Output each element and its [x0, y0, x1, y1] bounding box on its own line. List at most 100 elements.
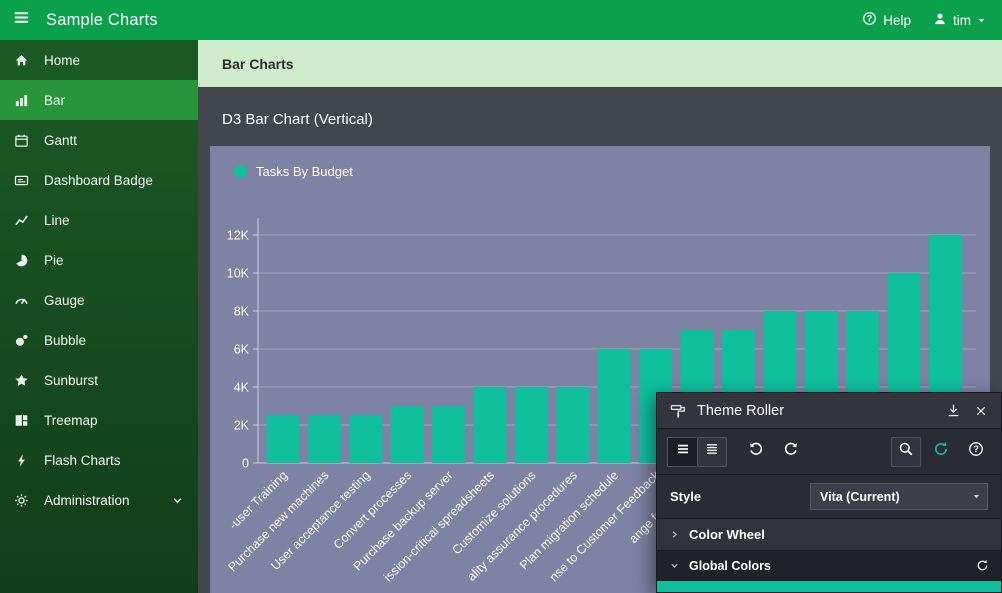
- caret-down-icon: [965, 492, 987, 501]
- y-tick-label: 10K: [227, 267, 250, 281]
- chevron-down-icon: [669, 560, 680, 571]
- menu-toggle-button[interactable]: [0, 0, 42, 40]
- undo-button[interactable]: [741, 437, 771, 467]
- sidebar-item-label: Pie: [44, 253, 64, 268]
- theme-roller-header: Theme Roller: [657, 393, 1001, 429]
- legend-label: Tasks By Budget: [256, 164, 353, 179]
- bar-8[interactable]: [598, 349, 631, 463]
- topbar-right: ? Help tim: [862, 11, 1002, 29]
- bar-3[interactable]: [391, 406, 424, 463]
- y-tick-label: 8K: [234, 305, 250, 319]
- flash-icon: [14, 452, 31, 468]
- bar-7[interactable]: [556, 387, 589, 463]
- sidebar-item-label: Dashboard Badge: [44, 173, 153, 188]
- list-compact-icon: [675, 441, 691, 462]
- top-bar: Sample Charts ? Help tim: [0, 0, 1002, 40]
- pie-icon: [14, 252, 31, 268]
- gantt-icon: [14, 132, 31, 148]
- color-swatch-strip[interactable]: [657, 581, 1001, 592]
- help-circle-icon: ?: [968, 441, 984, 462]
- y-tick-label: 4K: [234, 381, 250, 395]
- sidebar-item-label: Treemap: [44, 413, 98, 428]
- bar-5[interactable]: [474, 387, 507, 463]
- help-icon: ?: [862, 11, 877, 29]
- chart-legend[interactable]: Tasks By Budget: [234, 164, 353, 179]
- reset-colors-button[interactable]: [976, 559, 989, 572]
- line-icon: [14, 212, 31, 228]
- breadcrumb: Bar Charts: [198, 40, 1002, 87]
- y-tick-label: 2K: [234, 419, 250, 433]
- theme-roller-toolbar: ?: [657, 429, 1001, 475]
- style-label: Style: [670, 489, 701, 504]
- sidebar-item-label: Gantt: [44, 133, 77, 148]
- legend-marker-icon: [234, 165, 247, 178]
- gauge-icon: [14, 292, 31, 308]
- sidebar-item-pie[interactable]: Pie: [0, 240, 198, 280]
- chevron-down-icon: [171, 494, 184, 507]
- theme-roller-panel: Theme Roller ? Style Vita (Current) Colo…: [656, 392, 1002, 593]
- undo-icon: [748, 441, 764, 462]
- sidebar-item-treemap[interactable]: Treemap: [0, 400, 198, 440]
- sidebar-item-dashboard-badge[interactable]: Dashboard Badge: [0, 160, 198, 200]
- sidebar-item-administration[interactable]: Administration: [0, 480, 198, 520]
- export-theme-button[interactable]: [944, 401, 963, 420]
- sidebar-item-bar[interactable]: Bar: [0, 80, 198, 120]
- bar-icon: [14, 92, 31, 108]
- sidebar-item-gauge[interactable]: Gauge: [0, 280, 198, 320]
- redo-icon: [783, 441, 799, 462]
- sidebar-item-flash-charts[interactable]: Flash Charts: [0, 440, 198, 480]
- refresh-button[interactable]: [926, 437, 956, 467]
- bubble-icon: [14, 332, 31, 348]
- help-label: Help: [883, 13, 911, 28]
- help-button[interactable]: ?: [961, 437, 991, 467]
- list-detailed-icon: [704, 441, 720, 462]
- sidebar-item-label: Bar: [44, 93, 65, 108]
- breadcrumb-title: Bar Charts: [222, 56, 294, 72]
- y-tick-label: 0: [242, 457, 249, 471]
- paint-roller-icon: [668, 401, 688, 421]
- y-tick-label: 6K: [234, 343, 250, 357]
- section-global-colors[interactable]: Global Colors: [657, 551, 1001, 581]
- section-label: Color Wheel: [689, 527, 765, 542]
- app-title: Sample Charts: [46, 11, 158, 30]
- bar-1[interactable]: [308, 415, 341, 463]
- sidebar-item-label: Gauge: [44, 293, 85, 308]
- sidebar-item-bubble[interactable]: Bubble: [0, 320, 198, 360]
- style-select[interactable]: Vita (Current): [810, 483, 988, 510]
- sidebar-item-label: Sunburst: [44, 373, 98, 388]
- sidebar-item-gantt[interactable]: Gantt: [0, 120, 198, 160]
- close-button[interactable]: [972, 402, 990, 420]
- refresh-icon: [933, 441, 949, 462]
- search-icon: [898, 441, 914, 462]
- user-menu[interactable]: tim: [933, 12, 986, 29]
- sidebar-item-label: Flash Charts: [44, 453, 121, 468]
- help-button[interactable]: ? Help: [862, 11, 911, 29]
- search-button[interactable]: [891, 437, 921, 467]
- caret-down-icon: [977, 16, 986, 25]
- bar-2[interactable]: [349, 415, 382, 463]
- svg-text:?: ?: [973, 444, 979, 455]
- style-row: Style Vita (Current): [657, 475, 1001, 519]
- bar-6[interactable]: [515, 387, 548, 463]
- user-name: tim: [953, 13, 971, 28]
- redo-button[interactable]: [776, 437, 806, 467]
- sidebar-item-label: Home: [44, 53, 80, 68]
- chevron-right-icon: [669, 529, 680, 540]
- sidebar-item-home[interactable]: Home: [0, 40, 198, 80]
- view-detailed-button[interactable]: [697, 437, 727, 467]
- y-tick-label: 12K: [227, 229, 250, 243]
- x-axis-label: Convert processes: [331, 468, 415, 552]
- bar-0[interactable]: [267, 415, 300, 463]
- view-compact-button[interactable]: [667, 437, 697, 467]
- theme-roller-title: Theme Roller: [697, 403, 935, 419]
- section-label: Global Colors: [689, 559, 771, 573]
- bar-4[interactable]: [432, 406, 465, 463]
- style-select-value: Vita (Current): [811, 490, 965, 504]
- svg-text:?: ?: [867, 14, 872, 24]
- page-title: D3 Bar Chart (Vertical): [222, 111, 373, 128]
- sunburst-icon: [14, 372, 31, 388]
- section-color-wheel[interactable]: Color Wheel: [657, 519, 1001, 551]
- sidebar-item-line[interactable]: Line: [0, 200, 198, 240]
- sidebar-item-label: Bubble: [44, 333, 86, 348]
- sidebar-item-sunburst[interactable]: Sunburst: [0, 360, 198, 400]
